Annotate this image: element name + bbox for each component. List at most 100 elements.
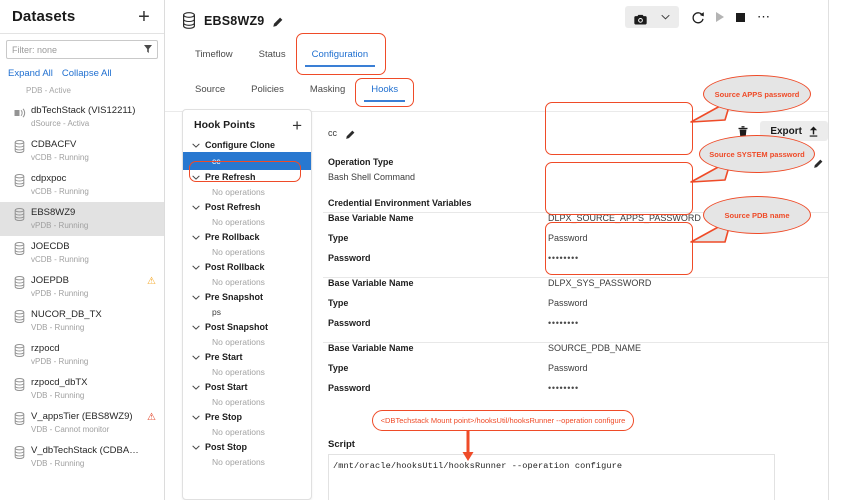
credential-base-variable-name-label: Base Variable Name <box>328 213 414 223</box>
script-textarea[interactable]: /mnt/oracle/hooksUtil/hooksRunner --oper… <box>328 454 775 500</box>
dataset-row[interactable]: NUCOR_DB_TX VDB - Running <box>0 304 164 338</box>
hook-operation-item[interactable]: cc <box>183 152 311 170</box>
edit-operation-icon[interactable] <box>813 156 823 174</box>
dataset-name: V_dbTechStack (CDBA… <box>31 445 139 456</box>
pencil-glyph <box>346 130 355 139</box>
add-hook-button[interactable]: + <box>292 117 302 134</box>
callout-text-1: Source APPS password <box>714 89 800 99</box>
hook-points-title: Hook Points <box>194 119 256 131</box>
start-button[interactable] <box>716 12 724 22</box>
hook-empty-label: No operations <box>212 187 265 197</box>
tab-policies[interactable]: Policies <box>238 78 297 102</box>
snapshot-button[interactable] <box>625 6 679 28</box>
chevron-down-icon[interactable] <box>192 442 200 452</box>
more-actions-button[interactable]: ⋯ <box>757 10 771 23</box>
hook-group-header[interactable]: Post Rollback <box>183 260 311 274</box>
credential-row: Type Password <box>328 363 828 383</box>
credential-type-value: Password <box>548 298 588 308</box>
expand-all-link[interactable]: Expand All <box>8 68 53 79</box>
tab-source[interactable]: Source <box>182 78 238 102</box>
chevron-down-icon[interactable] <box>192 382 200 392</box>
chevron-down-icon[interactable] <box>192 352 200 362</box>
callout-source-system-password: Source SYSTEM password <box>699 135 815 173</box>
credential-type-value: Password <box>548 363 588 373</box>
credential-list: Base Variable Name DLPX_SOURCE_APPS_PASSW… <box>323 212 828 403</box>
hook-group-header[interactable]: Pre Stop <box>183 410 311 424</box>
callout-source-apps-password: Source APPS password <box>703 75 811 113</box>
database-icon <box>14 310 25 324</box>
hook-group: Post Start No operations <box>183 380 311 410</box>
add-dataset-button[interactable]: + <box>136 7 152 27</box>
warning-icon: ⚠ <box>147 412 156 423</box>
dataset-row[interactable]: cdpxpoc vCDB - Running <box>0 168 164 202</box>
dataset-row[interactable]: CDBACFV vCDB - Running <box>0 134 164 168</box>
hook-group-header[interactable]: Configure Clone <box>183 138 311 152</box>
hook-group-header[interactable]: Post Snapshot <box>183 320 311 334</box>
hook-group-header[interactable]: Post Start <box>183 380 311 394</box>
dataset-row[interactable]: JOECDB vCDB - Running <box>0 236 164 270</box>
script-block: Script /mnt/oracle/hooksUtil/hooksRunner… <box>323 439 828 500</box>
dataset-name: JOEPDB <box>31 275 70 286</box>
dataset-row[interactable]: V_dbTechStack (CDBA… VDB - Running <box>0 440 164 474</box>
hook-group-header[interactable]: Pre Refresh <box>183 170 311 184</box>
hook-group-header[interactable]: Pre Snapshot <box>183 290 311 304</box>
dataset-status: vPDB - Running <box>31 221 89 230</box>
hook-group-header[interactable]: Pre Rollback <box>183 230 311 244</box>
page-title: EBS8WZ9 <box>204 13 265 28</box>
collapse-all-link[interactable]: Collapse All <box>62 68 112 79</box>
hook-group-header[interactable]: Pre Start <box>183 350 311 364</box>
refresh-button[interactable] <box>691 11 704 24</box>
chevron-down-icon[interactable] <box>192 322 200 332</box>
hook-group: Post Stop No operations <box>183 440 311 470</box>
tab-configuration[interactable]: Configuration <box>299 43 382 67</box>
dataset-texts: V_dbTechStack (CDBA… VDB - Running <box>31 445 156 469</box>
credential-password-value: •••••••• <box>548 253 579 263</box>
datasets-tree[interactable]: PDB - Active dbTechStack (VIS12211) dSour… <box>0 85 164 500</box>
edit-title-icon[interactable] <box>272 15 283 27</box>
hook-group: Configure Clone cc <box>183 138 311 170</box>
tab-masking[interactable]: Masking <box>297 78 358 102</box>
filter-icon[interactable] <box>144 44 152 55</box>
dataset-row[interactable]: V_appsTier (EBS8WZ9) VDB - Cannot monitor… <box>0 406 164 440</box>
edit-hook-icon[interactable] <box>345 127 356 139</box>
dataset-row[interactable]: rzpocd vPDB - Running <box>0 338 164 372</box>
chevron-down-icon[interactable] <box>192 262 200 272</box>
chevron-down-icon[interactable] <box>192 172 200 182</box>
chevron-down-icon[interactable] <box>192 202 200 212</box>
dataset-row[interactable]: EBS8WZ9 vPDB - Running <box>0 202 164 236</box>
chevron-down-icon[interactable] <box>192 412 200 422</box>
hook-points-list: Configure Clone cc Pre Refresh No operation… <box>183 138 311 470</box>
warning-icon: ⚠ <box>147 276 156 287</box>
hook-operation-item[interactable]: ps <box>183 304 311 320</box>
tab-timeflow[interactable]: Timeflow <box>182 43 246 67</box>
chevron-down-icon[interactable] <box>192 232 200 242</box>
chevron-down-icon[interactable] <box>192 292 200 302</box>
tab-status[interactable]: Status <box>246 43 299 67</box>
dataset-row[interactable]: JOEPDB vPDB - Running ⚠ <box>0 270 164 304</box>
chevron-down-icon[interactable] <box>661 13 670 22</box>
filter-input[interactable]: Filter: none <box>6 40 158 59</box>
credential-row: Type Password <box>328 298 828 318</box>
main-panel: EBS8WZ9 ⋯ Timeflow Status Configuration … <box>165 0 841 500</box>
dataset-row[interactable]: rzpocd_dbTX VDB - Running <box>0 372 164 406</box>
stop-button[interactable] <box>736 12 745 22</box>
hook-group: Pre Refresh No operations <box>183 170 311 200</box>
dataset-status: VDB - Running <box>31 459 85 468</box>
tab-hooks[interactable]: Hooks <box>358 78 411 102</box>
dataset-row[interactable]: dbTechStack (VIS12211) dSource - Activa <box>0 100 164 134</box>
database-icon <box>14 446 25 460</box>
hook-group-header[interactable]: Post Stop <box>183 440 311 454</box>
hook-group-name: Pre Refresh <box>205 172 256 182</box>
credential-row: Password •••••••• <box>328 253 828 273</box>
chevron-down-icon[interactable] <box>192 140 200 150</box>
database-icon <box>14 412 25 426</box>
dataset-name: JOECDB <box>31 241 70 252</box>
dataset-status: vPDB - Running <box>31 289 89 298</box>
hook-empty-label: No operations <box>212 457 265 467</box>
credential-password-value: •••••••• <box>548 318 579 328</box>
dataset-name: cdpxpoc <box>31 173 67 184</box>
hook-group-header[interactable]: Post Refresh <box>183 200 311 214</box>
annotation-pill-text: <DBTechstack Mount point>/hooksUtil/hook… <box>380 416 626 425</box>
hook-group-name: Post Snapshot <box>205 322 269 332</box>
upload-icon <box>809 126 818 137</box>
